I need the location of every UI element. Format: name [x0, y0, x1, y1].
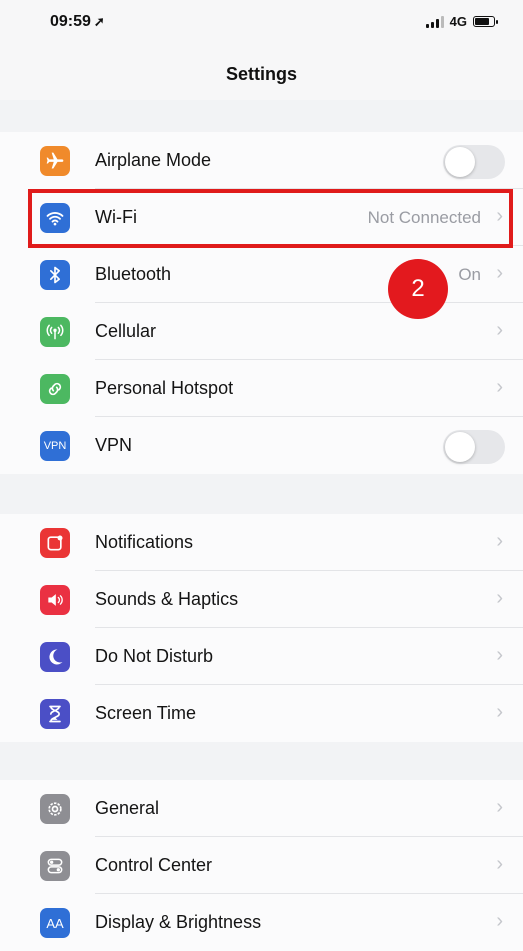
row-label: General [95, 798, 160, 818]
toggle-knob [445, 432, 475, 462]
settings-row-control-center[interactable]: Control Center › [0, 837, 523, 894]
row-label: Control Center [95, 855, 213, 875]
chevron-right-icon: › [496, 587, 503, 609]
network-type: 4G [449, 14, 467, 29]
location-arrow-icon: ➚ [93, 14, 105, 29]
wifi-highlight-box [28, 189, 513, 248]
row-label: Bluetooth [95, 264, 172, 284]
chevron-right-icon: › [496, 262, 503, 284]
settings-row-cellular[interactable]: Cellular › [0, 303, 523, 360]
cellular-signal-icon [425, 15, 444, 28]
notifications-group: Notifications › Sounds & Haptics › Do No… [0, 514, 523, 742]
toggles-icon [40, 851, 70, 881]
time-text: 09:59 [50, 13, 91, 30]
airplane-icon [40, 146, 70, 176]
link-icon [40, 374, 70, 404]
antenna-icon [40, 317, 70, 347]
row-label: Display & Brightness [95, 912, 262, 932]
settings-row-notifications[interactable]: Notifications › [0, 514, 523, 571]
row-label: Sounds & Haptics [95, 589, 239, 609]
chevron-right-icon: › [496, 319, 503, 341]
speaker-icon [40, 585, 70, 615]
battery-icon [473, 16, 498, 27]
vpn-icon: VPN [40, 431, 70, 461]
settings-row-screen-time[interactable]: Screen Time › [0, 685, 523, 742]
settings-row-airplane-mode[interactable]: Airplane Mode [0, 132, 523, 189]
connectivity-group: Airplane Mode Wi-Fi Not Connected › Blue… [0, 132, 523, 474]
chevron-right-icon: › [496, 701, 503, 723]
row-label: VPN [95, 435, 133, 455]
hourglass-icon [40, 699, 70, 729]
toggle-knob [445, 147, 475, 177]
gear-icon [40, 794, 70, 824]
row-label: Screen Time [95, 703, 197, 723]
chevron-right-icon: › [496, 644, 503, 666]
settings-row-do-not-disturb[interactable]: Do Not Disturb › [0, 628, 523, 685]
vpn-toggle[interactable] [443, 430, 505, 464]
airplane-mode-toggle[interactable] [443, 145, 505, 179]
settings-row-vpn[interactable]: VPN VPN [0, 417, 523, 474]
settings-row-personal-hotspot[interactable]: Personal Hotspot › [0, 360, 523, 417]
row-label: Do Not Disturb [95, 646, 214, 666]
chevron-right-icon: › [496, 530, 503, 552]
status-bar: 09:59 ➚ 4G [0, 0, 523, 50]
status-indicators: 4G [425, 14, 498, 29]
chevron-right-icon: › [496, 910, 503, 932]
step-number-badge: 2 [388, 259, 448, 319]
status-time: 09:59 ➚ [50, 13, 105, 31]
settings-row-general[interactable]: General › [0, 780, 523, 837]
chevron-right-icon: › [496, 796, 503, 818]
page-title: Settings [225, 64, 297, 84]
text-size-icon: AA [40, 908, 70, 938]
general-group: General › Control Center › AA Display & … [0, 780, 523, 951]
settings-row-sounds-haptics[interactable]: Sounds & Haptics › [0, 571, 523, 628]
moon-icon [40, 642, 70, 672]
row-label: Notifications [95, 532, 194, 552]
chevron-right-icon: › [496, 376, 503, 398]
row-label: Personal Hotspot [95, 378, 234, 398]
chevron-right-icon: › [496, 853, 503, 875]
bluetooth-icon [40, 260, 70, 290]
navigation-bar: Settings [0, 50, 523, 100]
bluetooth-status-value: On [458, 265, 481, 284]
row-label: Cellular [95, 321, 157, 341]
row-label: Airplane Mode [95, 150, 212, 170]
notifications-icon [40, 528, 70, 558]
settings-row-display-brightness[interactable]: AA Display & Brightness › [0, 894, 523, 951]
